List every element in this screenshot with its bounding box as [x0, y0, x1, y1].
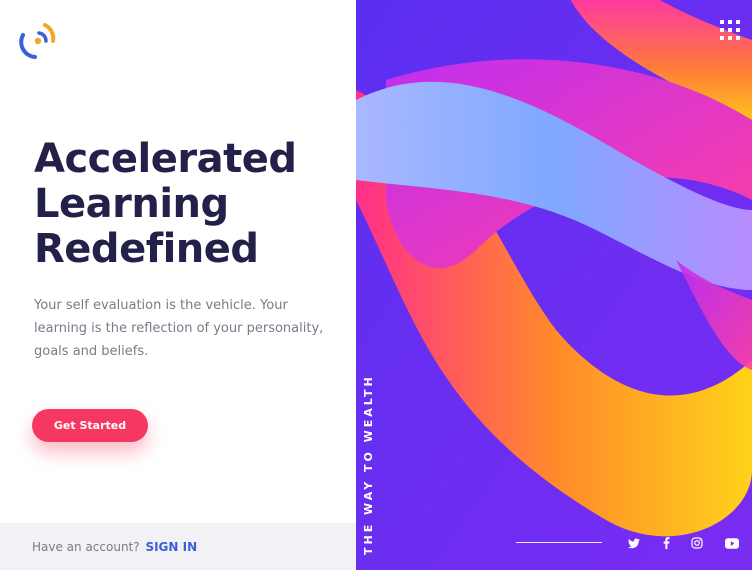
headline-line-2: Learning — [34, 181, 229, 227]
sign-in-link[interactable]: SIGN IN — [145, 540, 197, 554]
get-started-button[interactable]: Get Started — [32, 409, 148, 442]
facebook-icon[interactable] — [658, 535, 674, 551]
grid-menu-icon[interactable] — [720, 20, 740, 40]
twitter-icon[interactable] — [626, 535, 642, 551]
account-bar: Have an account? SIGN IN — [0, 523, 356, 570]
instagram-icon[interactable] — [689, 535, 705, 551]
account-prompt-text: Have an account? — [32, 540, 140, 554]
left-panel: Accelerated Learning Redefined Your self… — [0, 0, 356, 570]
hero-description: Your self evaluation is the vehicle. You… — [34, 298, 324, 359]
vertical-tagline: THE WAY TO WEALTH — [362, 374, 375, 555]
account-prompt: Have an account? SIGN IN — [32, 540, 197, 554]
divider-line — [516, 542, 602, 543]
headline-line-3: Redefined — [34, 226, 259, 272]
logo-icon[interactable] — [17, 19, 59, 61]
page-title: Accelerated Learning Redefined — [34, 137, 344, 272]
headline-line-1: Accelerated — [34, 136, 297, 182]
youtube-icon[interactable] — [724, 535, 740, 551]
hero-art-panel: THE WAY TO WEALTH — [356, 0, 752, 570]
abstract-art-image — [356, 0, 752, 570]
